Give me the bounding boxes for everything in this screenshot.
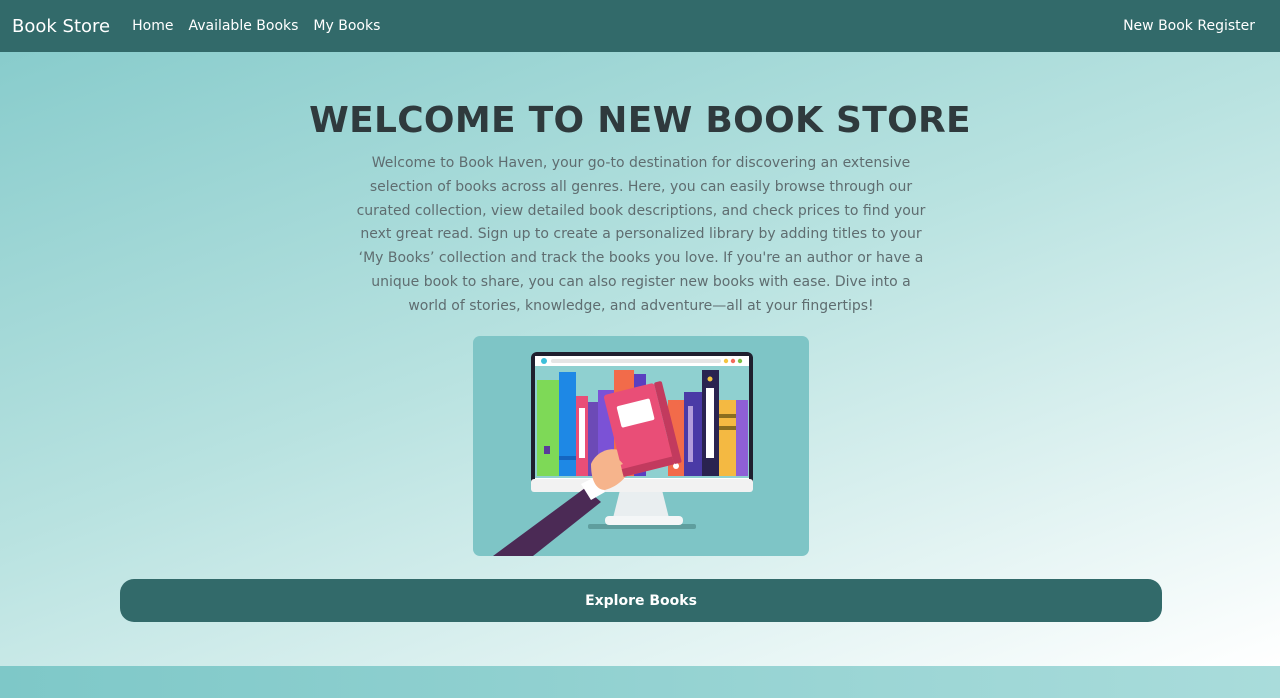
nav-link-my-books[interactable]: My Books — [313, 18, 380, 34]
nav-link-home[interactable]: Home — [132, 18, 173, 34]
footer-strip — [0, 666, 1280, 698]
page-title: WELCOME TO NEW BOOK STORE — [309, 100, 971, 141]
bookstore-illustration — [473, 336, 809, 556]
hero-description: Welcome to Book Haven, your go-to destin… — [356, 155, 926, 314]
brand-link[interactable]: Book Store — [12, 16, 110, 37]
explore-books-button[interactable]: Explore Books — [120, 579, 1162, 622]
nav-link-available-books[interactable]: Available Books — [188, 18, 298, 34]
nav-link-new-book-register[interactable]: New Book Register — [1123, 18, 1255, 34]
navbar: Book Store Home Available Books My Books… — [0, 0, 1280, 52]
hero-section: WELCOME TO NEW BOOK STORE Welcome to Boo… — [0, 52, 1280, 666]
hand-holding-book-monitor-illustration — [493, 352, 753, 556]
